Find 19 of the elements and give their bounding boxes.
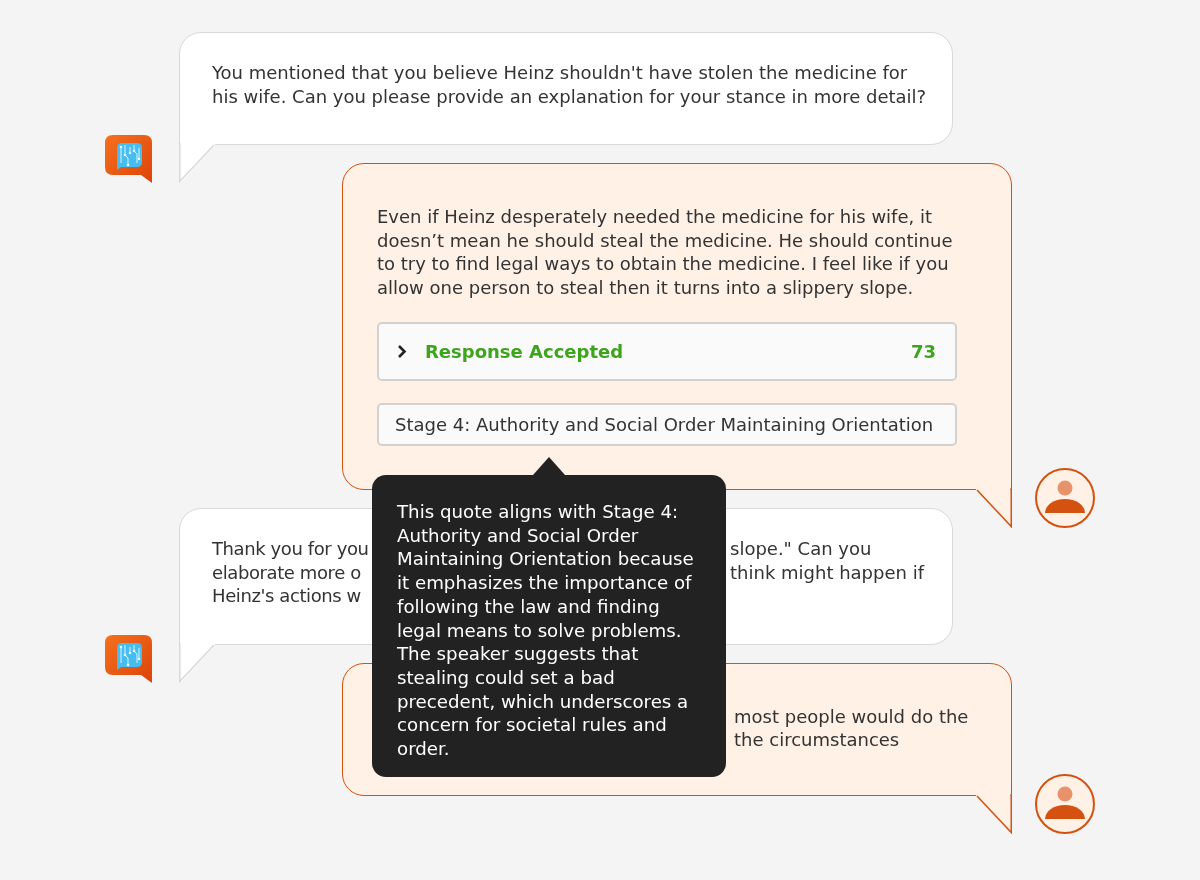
score-text: 73	[910, 341, 936, 362]
person-icon	[1035, 468, 1095, 528]
person-icon	[1035, 773, 1095, 834]
speech-bubble-icon	[105, 135, 153, 183]
tooltip: This quote aligns with Stage 4: Authority and Social Order Maintaining Orientation because it emphasizes the importance of following the law and finding legal means to solve problems. The speaker suggests that stealing could set a bad precedent, which underscores a concern for societal rules and order.	[372, 457, 726, 777]
message-text: elaborate more o	[212, 561, 361, 583]
message-text: You mentioned that you believe Heinz shouldn't have stolen the medicine for his wife. Can you please provide an explanation for your stance in more detail?	[212, 61, 928, 108]
stage-label: Stage 4: Authority and Social Order Maintaining Orientation	[377, 403, 957, 446]
expander-bar[interactable]: Response Accepted 73	[377, 322, 957, 381]
message-text: Thank you for you	[212, 538, 369, 559]
message-text: the circumstances	[734, 729, 900, 750]
message-text: Even if Heinz desperately needed the medicine for his wife, it doesn’t mean he should steal the medicine. He should continue to try to find legal ways to obtain the medicine. I feel like if you allow one person to steal then it turns into a slippery slope.	[377, 205, 954, 299]
status-label: Response Accepted	[425, 341, 625, 362]
message-text: think might happen if	[730, 561, 924, 583]
message-text: slope." Can you	[730, 538, 872, 559]
speech-bubble-icon	[105, 634, 153, 683]
message-text: most people would do the	[734, 705, 969, 727]
chevron-icon[interactable]	[397, 344, 407, 359]
message-text: Heinz's actions w	[212, 585, 361, 606]
